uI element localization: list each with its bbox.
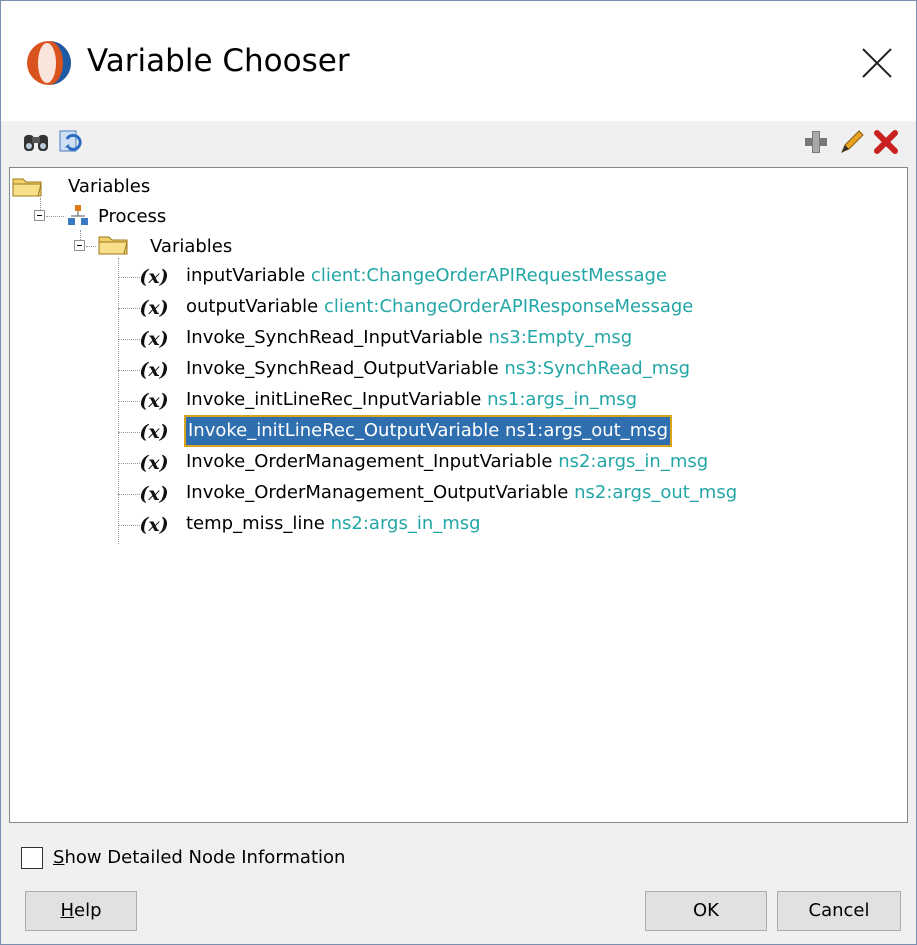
show-detailed-node-information-checkbox[interactable]: [21, 847, 43, 869]
cancel-button[interactable]: Cancel: [777, 891, 901, 931]
variable-type: ns2:args_out_msg: [574, 482, 738, 503]
collapse-process-toggle[interactable]: [34, 210, 45, 221]
dialog-title: Variable Chooser: [87, 43, 350, 79]
variable-type: client:ChangeOrderAPIResponseMessage: [323, 296, 694, 317]
variable-icon: (x): [139, 421, 169, 443]
variable-type: ns2:args_in_msg: [558, 451, 709, 472]
variable-type: ns1:args_out_msg: [505, 420, 669, 441]
variable-icon: (x): [139, 359, 169, 381]
variable-icon: (x): [139, 297, 169, 319]
add-icon[interactable]: [801, 127, 831, 157]
delete-icon[interactable]: [871, 127, 901, 157]
ok-button[interactable]: OK: [645, 891, 767, 931]
variable-type: client:ChangeOrderAPIRequestMessage: [310, 265, 667, 286]
help-button[interactable]: Help: [25, 891, 137, 931]
folder-icon: [12, 178, 42, 197]
variable-tree-item[interactable]: Invoke_SynchRead_OutputVariable ns3:Sync…: [186, 355, 690, 383]
variable-tree-item[interactable]: Invoke_initLineRec_OutputVariable ns1:ar…: [183, 415, 673, 447]
tree-process-label[interactable]: Process: [98, 202, 166, 232]
variable-tree-item[interactable]: Invoke_initLineRec_InputVariable ns1:arg…: [186, 386, 637, 414]
variable-name: temp_miss_line: [186, 513, 325, 534]
show-detailed-node-information-label[interactable]: Show Detailed Node Information: [53, 843, 345, 873]
title-bar: Variable Chooser: [1, 1, 916, 121]
collapse-variables-toggle[interactable]: [74, 240, 85, 251]
variable-type: ns1:args_in_msg: [487, 389, 638, 410]
variable-name: Invoke_OrderManagement_InputVariable: [186, 451, 553, 472]
binoculars-icon[interactable]: [21, 127, 51, 157]
variable-name: Invoke_OrderManagement_OutputVariable: [186, 482, 569, 503]
variable-tree-item[interactable]: Invoke_OrderManagement_OutputVariable ns…: [186, 479, 737, 507]
variable-tree-item[interactable]: inputVariable client:ChangeOrderAPIReque…: [186, 262, 667, 290]
variable-tree-item[interactable]: outputVariable client:ChangeOrderAPIResp…: [186, 293, 693, 321]
variable-type: ns3:SynchRead_msg: [504, 358, 691, 379]
variable-icon: (x): [139, 266, 169, 288]
close-icon[interactable]: [853, 39, 901, 87]
variable-tree-item[interactable]: temp_miss_line ns2:args_in_msg: [186, 510, 481, 538]
toolbar: [1, 121, 916, 169]
variable-icon: (x): [139, 514, 169, 536]
folder-icon: [98, 236, 128, 255]
variable-name: outputVariable: [186, 296, 319, 317]
variable-icon: (x): [139, 328, 169, 350]
refresh-icon[interactable]: [57, 127, 87, 157]
variable-tree[interactable]: Variables Process Variables (x) inputVari…: [9, 167, 908, 823]
variable-icon: (x): [139, 452, 169, 474]
variable-name: inputVariable: [186, 265, 306, 286]
variable-tree-item[interactable]: Invoke_OrderManagement_InputVariable ns2…: [186, 448, 708, 476]
variable-tree-item[interactable]: Invoke_SynchRead_InputVariable ns3:Empty…: [186, 324, 632, 352]
variable-name: Invoke_SynchRead_OutputVariable: [186, 358, 499, 379]
variable-name: Invoke_initLineRec_OutputVariable: [188, 420, 500, 441]
variable-chooser-dialog: Variable Chooser Variables Process Varia…: [0, 0, 917, 945]
variable-name: Invoke_initLineRec_InputVariable: [186, 389, 482, 410]
process-icon: [68, 205, 88, 225]
oracle-jdeveloper-logo-icon: [27, 41, 71, 85]
variable-icon: (x): [139, 483, 169, 505]
variable-type: ns3:Empty_msg: [488, 327, 633, 348]
variable-type: ns2:args_in_msg: [330, 513, 481, 534]
tree-variables-folder-label[interactable]: Variables: [150, 232, 232, 262]
edit-pencil-icon[interactable]: [837, 127, 867, 157]
tree-root-label[interactable]: Variables: [68, 172, 150, 202]
variable-name: Invoke_SynchRead_InputVariable: [186, 327, 483, 348]
variable-icon: (x): [139, 390, 169, 412]
